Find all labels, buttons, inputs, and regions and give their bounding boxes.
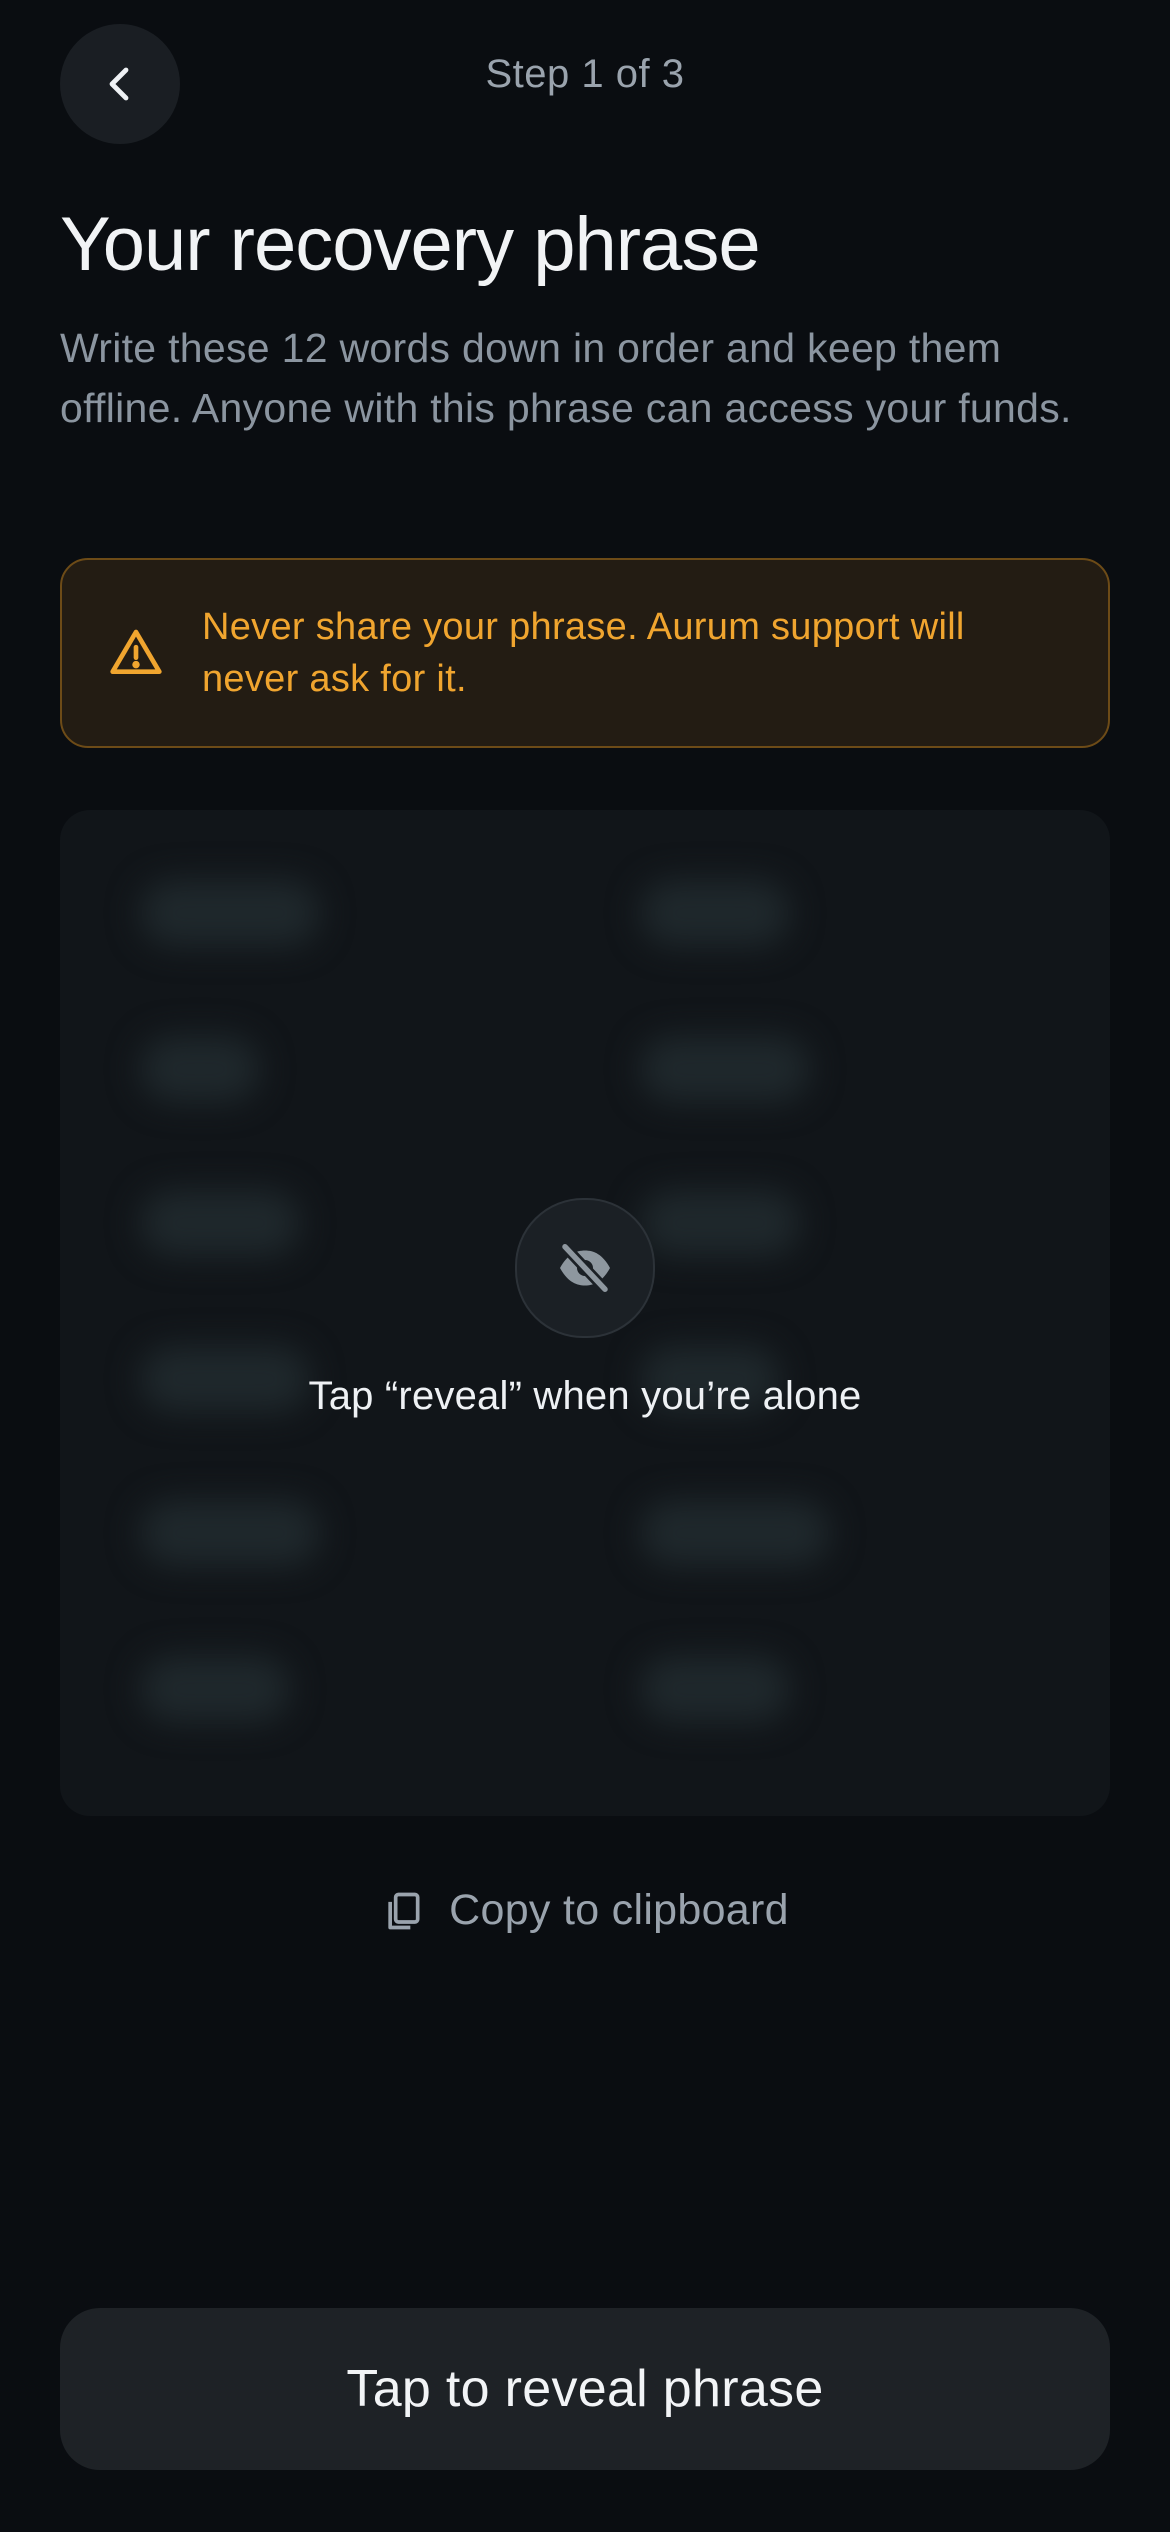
page-title: Your recovery phrase [60,202,761,287]
blurred-word [640,1656,790,1722]
page-description: Write these 12 words down in order and k… [60,325,1072,431]
copy-to-clipboard-button[interactable]: Copy to clipboard [0,1886,1170,1935]
step-indicator: Step 1 of 3 [485,52,685,96]
reveal-overlay: Tap “reveal” when you’re alone [60,1198,1110,1419]
blurred-word [140,880,320,946]
warning-banner: Never share your phrase. Aurum support w… [60,558,1110,748]
warning-text: Never share your phrase. Aurum support w… [202,606,965,700]
reveal-hint: Tap “reveal” when you’re alone [308,1374,862,1418]
warning-triangle-icon [110,629,162,674]
blurred-word [140,1656,290,1722]
recovery-phrase-screen: Step 1 of 3 Your recovery phrase Write t… [0,0,1170,2532]
blurred-word [640,1036,810,1102]
blurred-word [640,1500,830,1566]
eye-off-icon [559,1241,611,1295]
reveal-toggle-button[interactable] [515,1198,655,1338]
reveal-phrase-button[interactable]: Tap to reveal phrase [60,2308,1110,2470]
recovery-phrase-card: Tap “reveal” when you’re alone [60,810,1110,1816]
blurred-word [140,1036,260,1102]
blurred-word [640,880,790,946]
blurred-word [140,1500,320,1566]
copy-label: Copy to clipboard [449,1886,789,1934]
copy-icon [388,1892,420,1929]
